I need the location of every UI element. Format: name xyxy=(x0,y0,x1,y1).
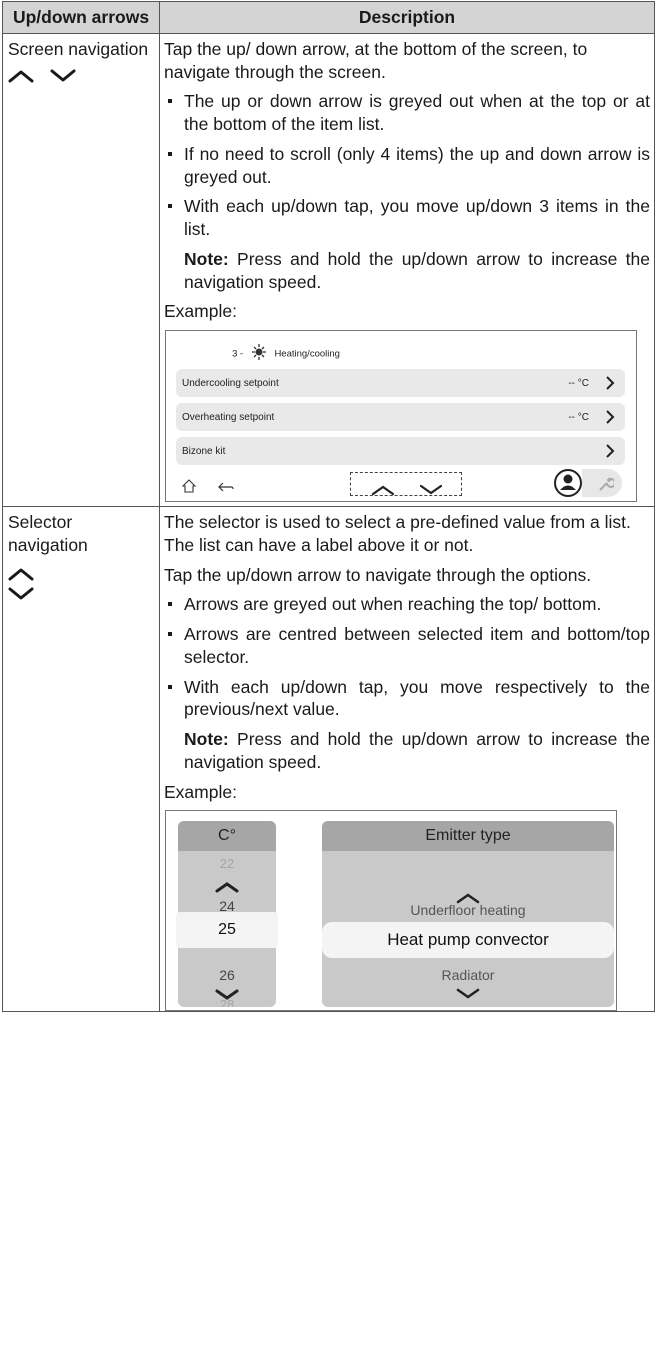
chevron-right-icon xyxy=(605,409,615,429)
wrench-icon[interactable] xyxy=(582,469,622,498)
chevron-right-icon xyxy=(605,375,615,395)
value-option[interactable]: 26 xyxy=(178,966,276,984)
note-label: Note: xyxy=(184,248,229,269)
row-description-cell: Tap the up/ down arrow, at the bottom of… xyxy=(159,32,655,508)
selected-option[interactable]: Heat pump convector xyxy=(322,922,614,959)
back-icon[interactable] xyxy=(218,476,234,499)
list-item-overheating[interactable]: Overheating setpoint -- °C xyxy=(176,403,625,432)
chevron-down-icon[interactable] xyxy=(419,479,443,501)
chevron-right-icon xyxy=(605,443,615,463)
example-screen-navigation: 3 - Heating/cooling Undercooling setpoin… xyxy=(165,330,637,503)
description-intro: Tap the up/ down arrow, at the bottom of… xyxy=(164,38,588,82)
chevron-down-icon xyxy=(8,587,154,601)
heating-cooling-icon xyxy=(250,344,268,364)
example-selector-navigation: C° 22 24 26 28 25 Emitter type Underfloo… xyxy=(165,810,617,1012)
chevron-down-icon[interactable] xyxy=(456,983,480,1006)
header-up-down-arrows: Up/down arrows xyxy=(2,1,160,34)
chevron-down-icon xyxy=(50,69,76,83)
row-label-cell: Selector navigation xyxy=(2,506,160,1013)
chevron-up-icon xyxy=(8,69,34,83)
chevron-up-icon[interactable] xyxy=(371,479,395,501)
screen-title-text: Heating/cooling xyxy=(274,348,340,360)
note-label: Note: xyxy=(184,729,229,750)
navigation-arrows-highlight xyxy=(350,472,462,497)
item-label: Undercooling setpoint xyxy=(182,378,279,390)
item-label: Overheating setpoint xyxy=(182,412,275,424)
row-screen-navigation: Screen navigation Tap the up/ down arrow… xyxy=(2,32,655,508)
description-intro: The selector is used to select a pre-def… xyxy=(164,512,631,555)
item-label: Bizone kit xyxy=(182,446,226,458)
note: Note: Press and hold the up/down arrow t… xyxy=(164,248,650,294)
option-item[interactable]: Radiator xyxy=(322,966,614,984)
bottom-bar xyxy=(166,465,636,502)
arrow-icons xyxy=(8,567,154,601)
note: Note: Press and hold the up/down arrow t… xyxy=(164,728,650,774)
screen-title: 3 - Heating/cooling xyxy=(166,344,406,364)
chevron-up-icon xyxy=(8,567,154,581)
emitter-type-selector: Emitter type Underfloor heating Heat pum… xyxy=(322,821,614,1008)
selector-label: Emitter type xyxy=(322,821,614,852)
unit-label: C° xyxy=(178,821,276,852)
option-item[interactable]: Underfloor heating xyxy=(322,901,614,919)
list-item: Arrows are centred between selected item… xyxy=(164,623,650,669)
list-item-undercooling[interactable]: Undercooling setpoint -- °C xyxy=(176,369,625,398)
bullet-list: The up or down arrow is greyed out when … xyxy=(164,90,650,241)
selected-value[interactable]: 25 xyxy=(176,912,278,949)
list-item: The up or down arrow is greyed out when … xyxy=(164,90,650,136)
arrow-icons xyxy=(8,69,154,83)
example-label: Example: xyxy=(164,781,237,802)
item-value: -- °C xyxy=(568,378,589,390)
header-description: Description xyxy=(159,1,655,34)
description-intro-2: Tap the up/down arrow to navigate throug… xyxy=(164,564,592,585)
list-item: With each up/down tap, you move up/down … xyxy=(164,195,650,241)
bullet-list: Arrows are greyed out when reaching the … xyxy=(164,593,650,721)
note-text: Press and hold the up/down arrow to incr… xyxy=(184,248,650,292)
user-icon[interactable] xyxy=(554,469,582,501)
table-header-row: Up/down arrows Description xyxy=(2,1,655,34)
list-item: If no need to scroll (only 4 items) the … xyxy=(164,143,650,189)
chevron-up-icon[interactable] xyxy=(215,876,239,899)
screen-title-prefix: 3 - xyxy=(232,348,244,360)
row-selector-navigation: Selector navigation The selector is used… xyxy=(2,506,655,1013)
value-option[interactable]: 28 xyxy=(178,997,276,1007)
row-label-cell: Screen navigation xyxy=(2,32,160,508)
list-item-bizone-kit[interactable]: Bizone kit xyxy=(176,437,625,466)
list-item: Arrows are greyed out when reaching the … xyxy=(164,593,650,616)
row-description-cell: The selector is used to select a pre-def… xyxy=(159,506,655,1013)
item-value: -- °C xyxy=(568,412,589,424)
note-text: Press and hold the up/down arrow to incr… xyxy=(184,729,650,772)
row-label: Screen navigation xyxy=(8,38,149,59)
row-label: Selector navigation xyxy=(8,512,88,555)
arrows-table: Up/down arrows Description Screen naviga… xyxy=(2,1,655,1013)
value-option[interactable]: 22 xyxy=(178,856,276,873)
home-icon[interactable] xyxy=(181,476,197,499)
example-label: Example: xyxy=(164,301,237,322)
list-item: With each up/down tap, you move respecti… xyxy=(164,676,650,722)
